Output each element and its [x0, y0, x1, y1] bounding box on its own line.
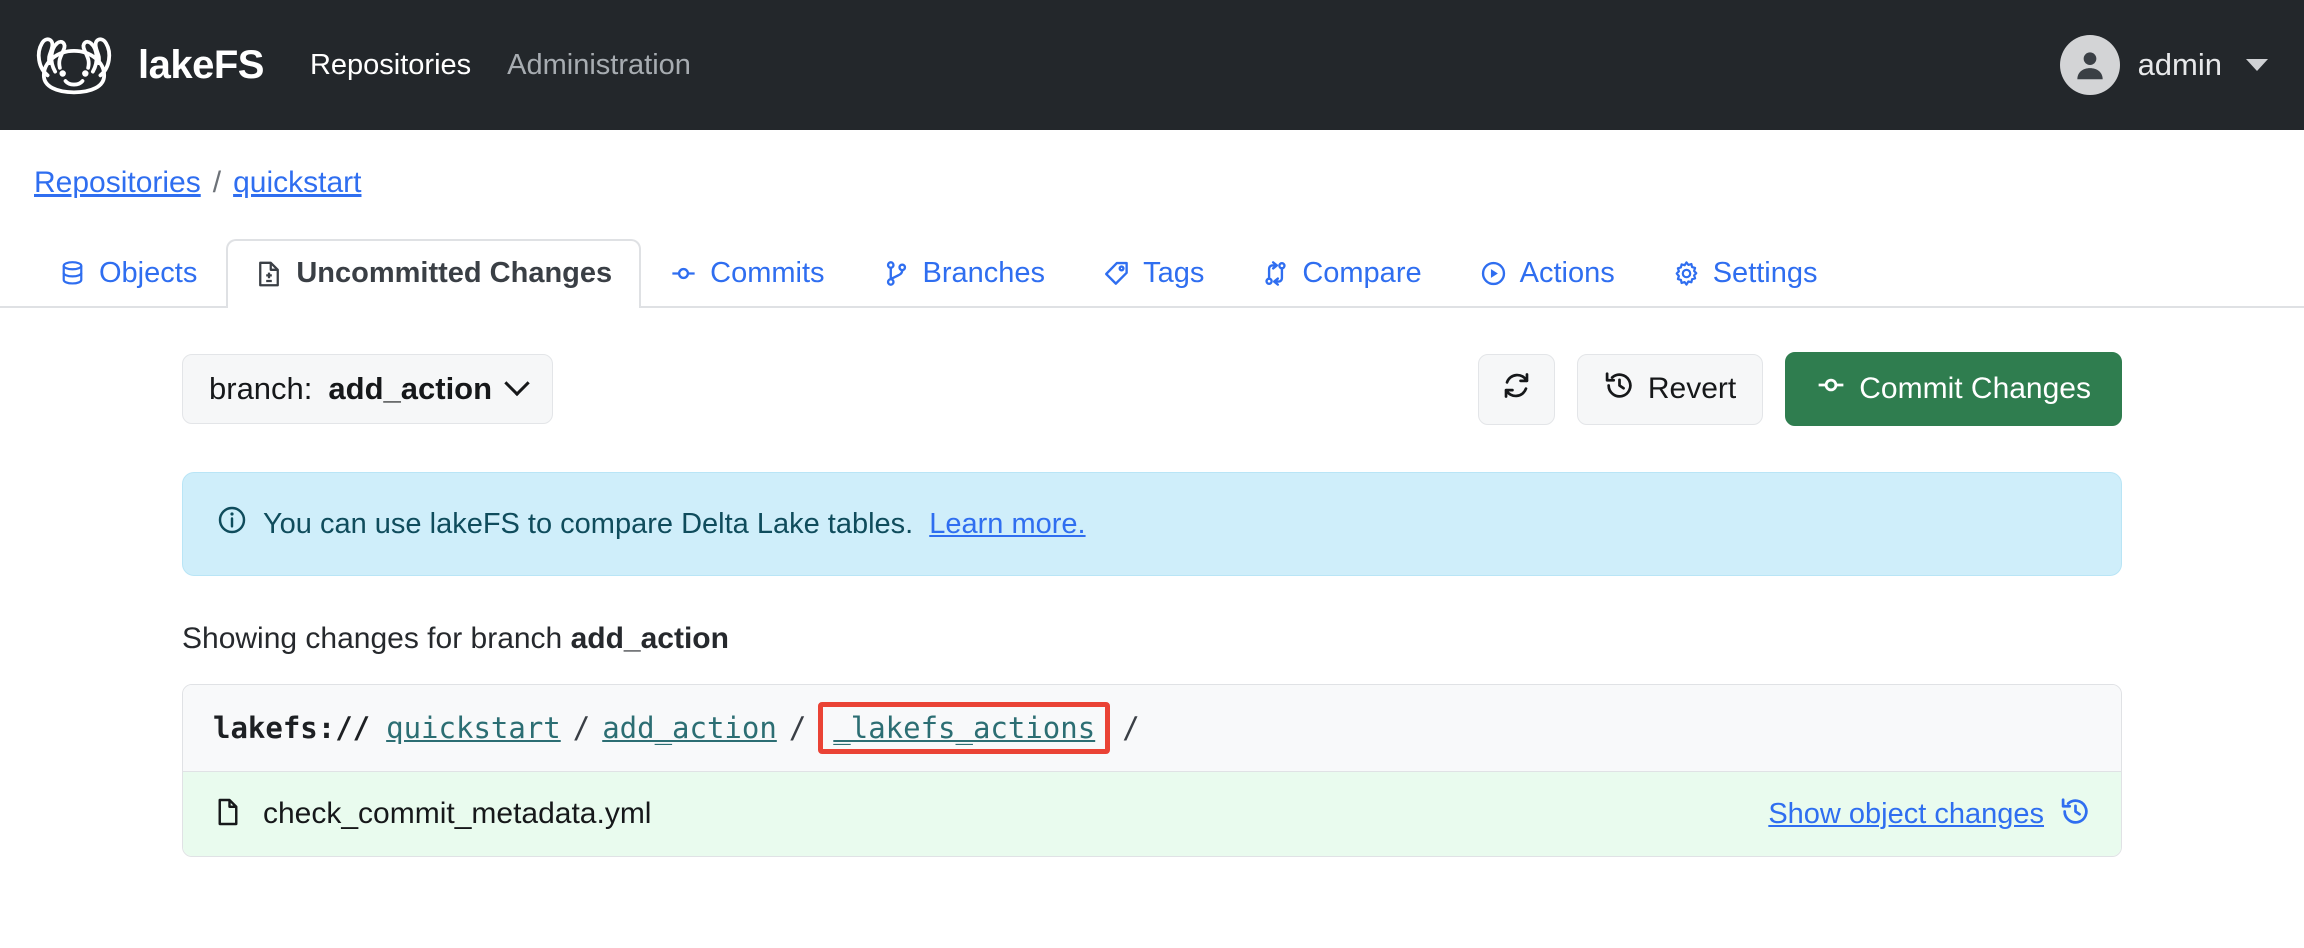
- tab-label: Branches: [923, 257, 1046, 290]
- history-clock-icon[interactable]: [2060, 796, 2091, 832]
- branch-name-label: add_action: [328, 371, 492, 407]
- file-diff-icon: [255, 260, 283, 288]
- breadcrumb-quickstart[interactable]: quickstart: [233, 166, 361, 200]
- highlight-annotation-box: _lakefs_actions: [818, 702, 1110, 754]
- path-separator: /: [563, 711, 600, 745]
- delta-lake-info-alert: You can use lakeFS to compare Delta Lake…: [182, 472, 2122, 576]
- nav-link-administration[interactable]: Administration: [507, 49, 691, 82]
- file-name: check_commit_metadata.yml: [263, 797, 651, 831]
- branch-prefix-label: branch:: [209, 371, 312, 407]
- show-object-changes-link[interactable]: Show object changes: [1768, 798, 2044, 831]
- showing-changes-prefix: Showing changes for branch: [182, 622, 562, 655]
- tag-icon: [1103, 260, 1130, 287]
- commit-changes-label: Commit Changes: [1859, 372, 2091, 406]
- changes-toolbar: branch: add_action Reve: [0, 352, 2304, 426]
- alert-learn-more-link[interactable]: Learn more.: [929, 508, 1085, 541]
- tab-settings[interactable]: Settings: [1644, 239, 1847, 306]
- path-segment-quickstart[interactable]: quickstart: [384, 711, 563, 745]
- path-breadcrumb-bar: lakefs:// / quickstart / add_action / _l…: [183, 685, 2121, 772]
- tab-label: Commits: [710, 257, 824, 290]
- lakefs-axolotl-logo-icon: [26, 32, 122, 98]
- path-segment-lakefs-actions[interactable]: _lakefs_actions: [831, 711, 1097, 745]
- git-branch-icon: [883, 260, 910, 287]
- tab-label: Objects: [99, 257, 197, 290]
- breadcrumb-repositories[interactable]: Repositories: [34, 166, 201, 200]
- chevron-down-icon: [504, 371, 529, 396]
- tab-label: Compare: [1302, 257, 1421, 290]
- nav-link-repositories[interactable]: Repositories: [310, 49, 471, 82]
- uncommitted-changes-card: lakefs:// / quickstart / add_action / _l…: [182, 684, 2122, 857]
- git-commit-icon: [670, 260, 697, 287]
- play-circle-icon: [1480, 260, 1507, 287]
- git-compare-icon: [1262, 260, 1289, 287]
- path-trailing-separator: /: [1112, 711, 1149, 745]
- brand-home-link[interactable]: lakeFS: [26, 32, 264, 98]
- refresh-button[interactable]: [1478, 354, 1555, 425]
- tab-label: Actions: [1520, 257, 1615, 290]
- path-segment-add-action[interactable]: add_action: [600, 711, 779, 745]
- repository-tabs: Objects Uncommitted Changes Commits: [0, 234, 2304, 308]
- caret-down-icon: [2246, 59, 2268, 71]
- table-row[interactable]: check_commit_metadata.yml Show object ch…: [183, 772, 2121, 856]
- gear-icon: [1673, 260, 1700, 287]
- file-row-actions: Show object changes: [1768, 796, 2091, 832]
- revert-label: Revert: [1648, 372, 1736, 406]
- page-body: Repositories / quickstart Objects: [0, 130, 2304, 857]
- tab-actions[interactable]: Actions: [1451, 239, 1644, 306]
- branch-selector[interactable]: branch: add_action: [182, 354, 553, 424]
- tab-tags[interactable]: Tags: [1074, 239, 1233, 306]
- breadcrumb: Repositories / quickstart: [0, 130, 2304, 200]
- database-icon: [59, 260, 86, 287]
- history-clock-icon: [1604, 370, 1635, 409]
- primary-nav: Repositories Administration: [310, 49, 691, 82]
- tab-commits[interactable]: Commits: [641, 239, 853, 306]
- tab-label: Uncommitted Changes: [296, 257, 612, 290]
- person-avatar-icon: [2060, 35, 2120, 95]
- brand-name: lakeFS: [138, 43, 264, 88]
- alert-text: You can use lakeFS to compare Delta Lake…: [263, 508, 913, 541]
- showing-changes-branch: add_action: [571, 622, 729, 655]
- file-row-left: check_commit_metadata.yml: [213, 797, 651, 832]
- info-circle-icon: [217, 505, 247, 543]
- tab-label: Settings: [1713, 257, 1818, 290]
- path-separator: /: [779, 711, 816, 745]
- git-commit-icon: [1816, 370, 1846, 408]
- user-name: admin: [2138, 47, 2222, 83]
- sync-refresh-icon: [1501, 370, 1532, 409]
- showing-changes-label: Showing changes for branch add_action: [182, 622, 2122, 656]
- breadcrumb-separator: /: [213, 166, 221, 200]
- commit-changes-button[interactable]: Commit Changes: [1785, 352, 2122, 426]
- tab-objects[interactable]: Objects: [30, 239, 226, 306]
- path-protocol: lakefs://: [213, 711, 370, 745]
- tab-uncommitted-changes[interactable]: Uncommitted Changes: [226, 239, 641, 308]
- user-menu[interactable]: admin: [2060, 35, 2268, 95]
- revert-button[interactable]: Revert: [1577, 354, 1763, 425]
- tab-compare[interactable]: Compare: [1233, 239, 1450, 306]
- top-navbar: lakeFS Repositories Administration admin: [0, 0, 2304, 130]
- file-icon: [213, 797, 243, 832]
- tab-branches[interactable]: Branches: [854, 239, 1075, 306]
- tab-label: Tags: [1143, 257, 1204, 290]
